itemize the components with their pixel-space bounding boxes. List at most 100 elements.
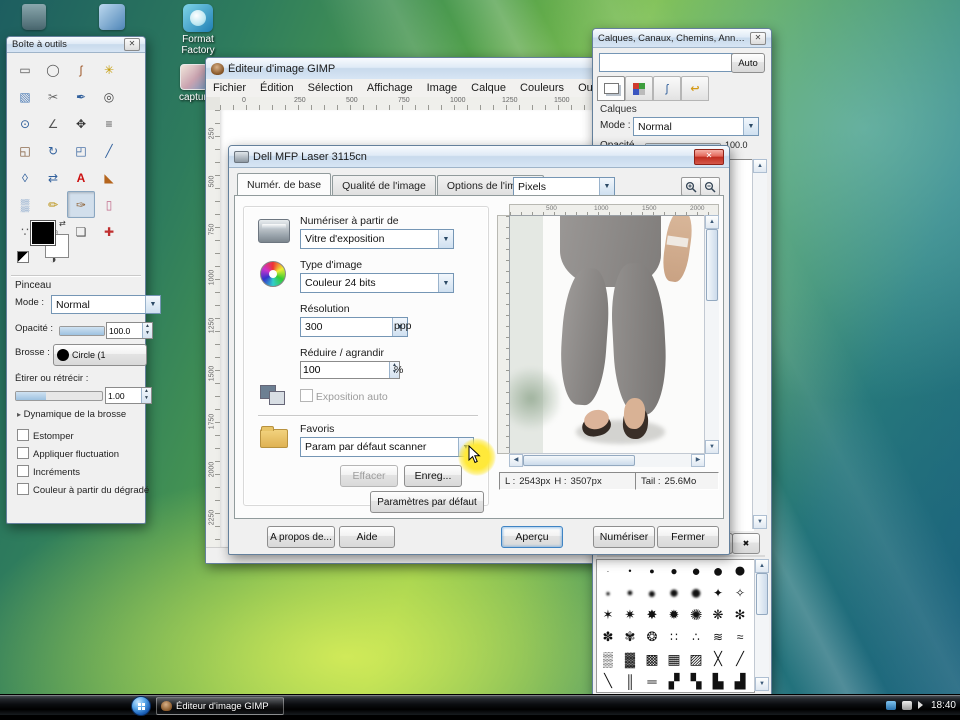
tool-ellipse-select[interactable]: ◯ <box>39 56 67 83</box>
toolbox-close-icon[interactable]: ✕ <box>124 38 140 51</box>
brush-item[interactable]: ❂ <box>641 626 663 648</box>
close-dialog-button[interactable]: Fermer <box>657 526 719 548</box>
scrollbar-thumb[interactable] <box>523 455 635 466</box>
brush-item[interactable]: ● <box>619 582 641 604</box>
brush-item[interactable]: · <box>597 560 619 582</box>
brush-item[interactable]: ● <box>663 582 685 604</box>
brush-item[interactable]: ✻ <box>729 604 751 626</box>
tool-scale[interactable]: ◰ <box>67 137 95 164</box>
brush-item[interactable]: ▨ <box>685 648 707 670</box>
tool-pencil[interactable]: ✏ <box>39 191 67 218</box>
brush-item[interactable]: ∷ <box>663 626 685 648</box>
desktop-icon-format-factory[interactable]: Format Factory <box>166 4 230 56</box>
scroll-down-icon[interactable]: ▼ <box>753 515 767 529</box>
units-combo[interactable]: Pixels ▼ <box>513 177 615 196</box>
brush-item[interactable]: ● <box>729 560 751 582</box>
tool-rectangle-select[interactable]: ▭ <box>11 56 39 83</box>
brush-item[interactable]: ● <box>707 560 729 582</box>
brush-item[interactable]: ╱ <box>729 648 751 670</box>
brush-scale-slider[interactable] <box>15 391 103 401</box>
tool-eraser[interactable]: ▯ <box>95 191 123 218</box>
option-checkbox-appliquer-fluctuation[interactable]: Appliquer fluctuation <box>17 447 119 460</box>
brush-item[interactable]: ▞ <box>663 670 685 692</box>
zoom-out-button[interactable] <box>700 177 720 196</box>
brush-item[interactable]: ▚ <box>685 670 707 692</box>
menu-fichier[interactable]: Fichier <box>206 82 253 94</box>
desktop-icon-app[interactable] <box>80 4 144 30</box>
brush-item[interactable]: ≈ <box>729 626 751 648</box>
tool-blend[interactable]: ▒ <box>11 191 39 218</box>
auto-exposure-checkbox[interactable]: Exposition auto <box>300 389 388 403</box>
brush-item[interactable]: ║ <box>619 670 641 692</box>
tray-display-icon[interactable] <box>901 700 912 710</box>
auto-button[interactable]: Auto <box>731 53 765 73</box>
scroll-down-icon[interactable]: ▼ <box>755 677 769 691</box>
about-button[interactable]: A propos de... <box>267 526 335 548</box>
tool-select-by-color[interactable]: ▧ <box>11 83 39 110</box>
scan-button[interactable]: Numériser <box>593 526 655 548</box>
tool-paintbrush[interactable]: ✑ <box>67 191 95 218</box>
tab-qualite-de-l-image[interactable]: Qualité de l'image <box>332 175 436 195</box>
brush-dynamics-expander[interactable]: ▸ Dynamique de la brosse <box>17 409 126 420</box>
brush-item[interactable]: ● <box>685 560 707 582</box>
brush-item[interactable]: ● <box>641 582 663 604</box>
foreground-color-swatch[interactable] <box>31 221 55 245</box>
tool-measure[interactable]: ∠ <box>39 110 67 137</box>
tool-crop[interactable]: ◱ <box>11 137 39 164</box>
tab-undo-history[interactable]: ↩ <box>681 76 709 101</box>
brush-item[interactable]: ╲ <box>597 670 619 692</box>
brush-item[interactable]: ✷ <box>619 604 641 626</box>
tool-flip[interactable]: ⇄ <box>39 164 67 191</box>
brushes-scrollbar[interactable]: ▲ ▼ <box>754 559 769 691</box>
clear-button[interactable]: Effacer <box>340 465 398 487</box>
defaults-button[interactable]: Paramètres par défaut <box>370 491 484 513</box>
brush-item[interactable]: ╳ <box>707 648 729 670</box>
option-checkbox-couleur-a-partir-du-degrade[interactable]: Couleur à partir du dégradé <box>17 483 149 496</box>
brush-item[interactable]: ✺ <box>685 604 707 626</box>
option-checkbox-increments[interactable]: Incréments <box>17 465 80 478</box>
tool-rotate[interactable]: ↻ <box>39 137 67 164</box>
brush-item[interactable]: ✶ <box>597 604 619 626</box>
brush-item[interactable]: ✦ <box>707 582 729 604</box>
scrollbar-thumb[interactable] <box>756 573 768 615</box>
brush-item[interactable]: ● <box>597 582 619 604</box>
brush-item[interactable]: ═ <box>641 670 663 692</box>
brush-item[interactable]: ▦ <box>663 648 685 670</box>
default-colors-icon[interactable] <box>17 251 29 263</box>
tab-numer-de-base[interactable]: Numér. de base <box>237 173 332 195</box>
image-type-combo[interactable]: Couleur 24 bits ▼ <box>300 273 454 293</box>
scroll-down-icon[interactable]: ▼ <box>705 440 719 454</box>
scan-preview-image[interactable] <box>509 215 705 454</box>
menu-image[interactable]: Image <box>420 82 465 94</box>
tool-heal[interactable]: ✚ <box>95 218 123 245</box>
save-button[interactable]: Enreg... <box>404 465 462 487</box>
brush-item[interactable]: ✽ <box>597 626 619 648</box>
tool-align[interactable]: ≡ <box>95 110 123 137</box>
layer-list-scrollbar[interactable]: ▲ ▼ <box>752 159 767 529</box>
brush-item[interactable]: ❋ <box>707 604 729 626</box>
scrollbar-thumb[interactable] <box>706 229 718 301</box>
brush-item[interactable]: ● <box>663 560 685 582</box>
swap-colors-icon[interactable]: ⇄ <box>59 219 66 228</box>
brush-scale-spinner[interactable]: 1.00 ▲ ▼ <box>105 387 152 404</box>
brush-item[interactable]: ✸ <box>641 604 663 626</box>
menu-affichage[interactable]: Affichage <box>360 82 420 94</box>
brush-item[interactable]: ✾ <box>619 626 641 648</box>
tool-free-select[interactable]: ʃ <box>67 56 95 83</box>
paint-mode-combo[interactable]: Normal ▼ <box>51 295 161 314</box>
tray-network-icon[interactable] <box>885 700 896 710</box>
brush-item[interactable]: • <box>619 560 641 582</box>
preview-button[interactable]: Aperçu <box>501 526 563 548</box>
scan-source-combo[interactable]: Vitre d'exposition ▼ <box>300 229 454 249</box>
desktop-icon-recycle-bin[interactable] <box>2 4 66 30</box>
menu-calque[interactable]: Calque <box>464 82 513 94</box>
menu-couleurs[interactable]: Couleurs <box>513 82 571 94</box>
tool-color-picker[interactable]: ◎ <box>95 83 123 110</box>
brush-item[interactable]: ✹ <box>663 604 685 626</box>
layer-mode-combo[interactable]: Normal ▼ <box>633 117 759 136</box>
dialog-titlebar[interactable]: Dell MFP Laser 3115cn ✕ <box>229 146 729 168</box>
tool-paths[interactable]: ✒ <box>67 83 95 110</box>
brush-item[interactable]: ≋ <box>707 626 729 648</box>
preview-horizontal-scrollbar[interactable]: ◀ ▶ <box>509 453 705 467</box>
scroll-up-icon[interactable]: ▲ <box>755 559 769 573</box>
